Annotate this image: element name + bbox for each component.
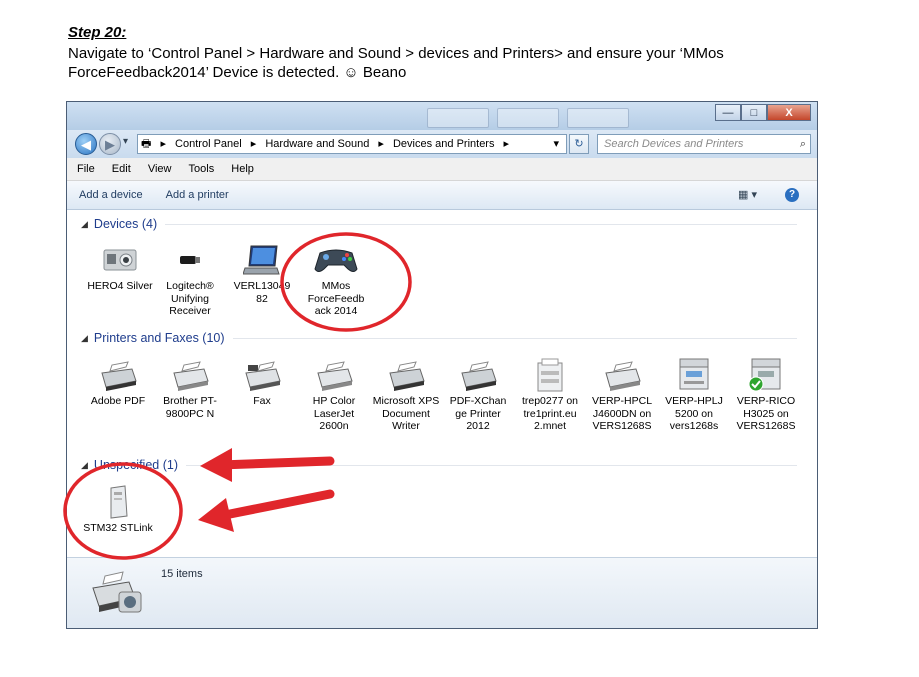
camera-icon (85, 240, 155, 280)
printer-item[interactable]: VERP-HPLJ 5200 on vers1268s (659, 355, 729, 433)
printer-label: HP Color LaserJet 2600n (312, 395, 356, 432)
breadcrumb-control-panel[interactable]: Control Panel (175, 138, 242, 150)
printer-icon (83, 355, 153, 395)
forward-button[interactable]: ▶ (99, 133, 121, 155)
close-button[interactable]: X (767, 104, 811, 121)
device-label: VERL13049 82 (233, 280, 291, 305)
control-panel-icon: 🖶 (141, 138, 152, 150)
device-item[interactable]: HERO4 Silver (85, 240, 155, 293)
menu-view[interactable]: View (148, 163, 172, 175)
fax-icon (227, 355, 297, 395)
printer-label: Adobe PDF (90, 395, 146, 407)
printer-label: PDF-XChan ge Printer 2012 (449, 395, 507, 432)
printer-label: trep0277 on tre1print.eu 2.mnet (521, 395, 579, 432)
printer-item[interactable]: PDF-XChan ge Printer 2012 (443, 355, 513, 433)
printer-item[interactable]: VERP-RICO H3025 on VERS1268S (731, 355, 801, 433)
group-unspecified-header[interactable]: ◢ Unspecified (1) (81, 458, 797, 472)
menu-help[interactable]: Help (231, 163, 254, 175)
network-printer-icon (515, 355, 585, 395)
recent-pages-dropdown[interactable]: ▾ (123, 136, 128, 147)
instruction-text: Navigate to ‘Control Panel > Hardware an… (68, 45, 724, 81)
device-item[interactable]: Logitech® Unifying Receiver (155, 240, 225, 318)
search-icon[interactable]: ⌕ (800, 135, 806, 153)
menu-bar: File Edit View Tools Help (67, 158, 817, 181)
group-devices-label: Devices (4) (93, 217, 158, 231)
maximize-button[interactable]: □ (741, 104, 767, 121)
menu-tools[interactable]: Tools (189, 163, 215, 175)
collapse-icon[interactable]: ◢ (81, 219, 88, 230)
taskbar-ghost (497, 108, 559, 128)
view-options-icon[interactable]: ▦ ▾ (738, 188, 757, 202)
device-item[interactable]: VERL13049 82 (227, 240, 297, 305)
printer-item[interactable]: Fax (227, 355, 297, 408)
tower-device-icon (83, 482, 153, 522)
printer-label: Microsoft XPS Document Writer (372, 395, 440, 432)
address-dropdown-icon[interactable]: ▾ (553, 135, 559, 153)
printer-icon (299, 355, 369, 395)
devices-printers-icon (89, 566, 145, 621)
default-printer-icon (731, 355, 801, 395)
collapse-icon[interactable]: ◢ (81, 460, 88, 471)
devices-printers-window: — □ X ◀ ▶ ▾ 🖶 ▸ Control Panel ▸ Hardware… (66, 101, 818, 629)
printer-label: VERP-HPCL J4600DN on VERS1268S (591, 395, 653, 432)
breadcrumb-hardware-sound[interactable]: Hardware and Sound (265, 138, 369, 150)
device-label: HERO4 Silver (87, 280, 153, 292)
printer-label: Brother PT-9800PC N (163, 395, 217, 420)
device-item[interactable]: MMos ForceFeedb ack 2014 (301, 240, 371, 318)
menu-file[interactable]: File (77, 163, 95, 175)
group-printers-label: Printers and Faxes (10) (93, 331, 225, 345)
printer-item[interactable]: Brother PT-9800PC N (155, 355, 225, 420)
search-input[interactable]: Search Devices and Printers ⌕ (597, 134, 811, 154)
printer-icon (587, 355, 657, 395)
back-button[interactable]: ◀ (75, 133, 97, 155)
add-device-button[interactable]: Add a device (79, 189, 143, 201)
unspecified-device-item[interactable]: STM32 STLink (83, 482, 153, 535)
mfp-printer-icon (659, 355, 729, 395)
printer-label: Fax (253, 395, 271, 407)
minimize-button[interactable]: — (715, 104, 741, 121)
printer-item[interactable]: VERP-HPCL J4600DN on VERS1268S (587, 355, 657, 433)
search-placeholder: Search Devices and Printers (604, 138, 744, 150)
address-bar[interactable]: 🖶 ▸ Control Panel ▸ Hardware and Sound ▸… (137, 134, 567, 154)
device-label: STM32 STLink (83, 522, 153, 534)
group-unspecified-label: Unspecified (1) (93, 458, 178, 472)
command-bar: Add a device Add a printer ▦ ▾ ? (67, 181, 817, 210)
printer-item[interactable]: Microsoft XPS Document Writer (371, 355, 441, 433)
printer-label: VERP-RICO H3025 on VERS1268S (736, 395, 796, 432)
device-label: MMos ForceFeedb ack 2014 (307, 280, 365, 317)
printer-icon (443, 355, 513, 395)
menu-edit[interactable]: Edit (112, 163, 131, 175)
printer-item[interactable]: Adobe PDF (83, 355, 153, 408)
breadcrumb-devices-printers[interactable]: Devices and Printers (393, 138, 495, 150)
gamepad-icon (301, 240, 371, 280)
items-count: 15 items (161, 568, 203, 580)
printer-icon (371, 355, 441, 395)
refresh-button[interactable]: ↻ (569, 134, 589, 154)
add-printer-button[interactable]: Add a printer (166, 189, 229, 201)
printer-icon (155, 355, 225, 395)
group-printers-header[interactable]: ◢ Printers and Faxes (10) (81, 331, 797, 345)
printer-label: VERP-HPLJ 5200 on vers1268s (665, 395, 723, 432)
laptop-icon (227, 240, 297, 280)
taskbar-ghost (567, 108, 629, 128)
printer-item[interactable]: trep0277 on tre1print.eu 2.mnet (515, 355, 585, 433)
step-title: Step 20: (68, 24, 127, 41)
printer-item[interactable]: HP Color LaserJet 2600n (299, 355, 369, 433)
device-label: Logitech® Unifying Receiver (166, 280, 214, 317)
usb-receiver-icon (155, 240, 225, 280)
address-bar-row: ◀ ▶ ▾ 🖶 ▸ Control Panel ▸ Hardware and S… (67, 130, 817, 158)
title-bar[interactable]: — □ X (67, 102, 817, 130)
collapse-icon[interactable]: ◢ (81, 333, 88, 344)
taskbar-ghost (427, 108, 489, 128)
group-devices-header[interactable]: ◢ Devices (4) (81, 217, 797, 231)
help-icon[interactable]: ? (785, 188, 799, 202)
status-bar: 15 items (67, 557, 817, 628)
